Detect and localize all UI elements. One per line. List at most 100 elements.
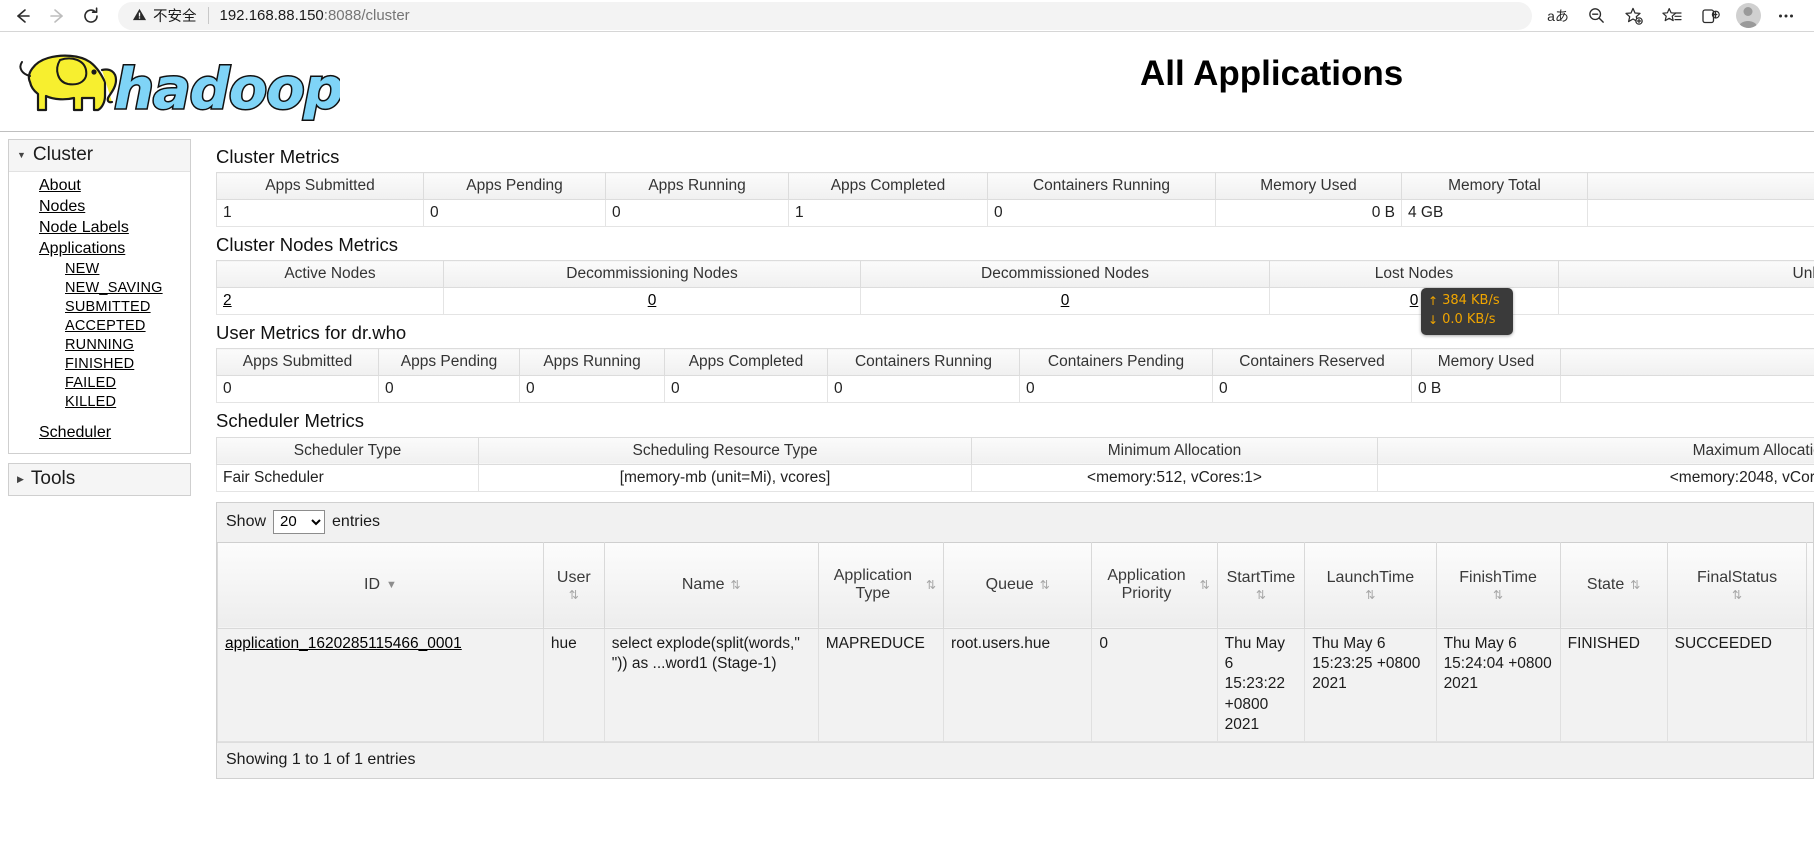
col-final-status[interactable]: FinalStatus ⇅ [1666, 541, 1808, 629]
zoom-out-icon[interactable] [1578, 1, 1614, 31]
cell-start-time: Thu May 6 15:23:22 +0800 2021 [1216, 627, 1306, 742]
val-scheduling-resource-type: [memory-mb (unit=Mi), vcores] [478, 463, 972, 492]
col-user-apps-submitted[interactable]: Apps Submitted [216, 348, 379, 377]
forward-button[interactable] [40, 1, 74, 31]
col-user-containers-running[interactable]: Containers Running [827, 348, 1020, 377]
sidebar-item-node-labels[interactable]: Node Labels [9, 218, 190, 239]
show-label: Show [226, 512, 267, 530]
settings-ellipsis-icon[interactable] [1768, 1, 1804, 31]
sidebar-header-cluster[interactable]: ▼ Cluster [9, 140, 190, 172]
col-apps-completed[interactable]: Apps Completed [788, 172, 988, 201]
sidebar-item-scheduler[interactable]: Scheduler [9, 423, 190, 444]
url-text[interactable]: 192.168.88.150:8088/cluster [220, 7, 410, 24]
col-queue[interactable]: Queue ⇅ [943, 541, 1093, 629]
cell-id[interactable]: application_1620285115466_0001 [217, 627, 544, 742]
col-containers-running[interactable]: Containers Running [987, 172, 1216, 201]
translate-icon[interactable]: aあ [1540, 1, 1576, 31]
collections-icon[interactable] [1654, 1, 1690, 31]
col-maximum-allocation[interactable]: Maximum Allocation [1377, 436, 1814, 465]
decommissioned-nodes-link[interactable]: 0 [1061, 292, 1070, 309]
sidebar-item-submitted[interactable]: SUBMITTED [9, 298, 190, 317]
val-apps-pending: 0 [423, 199, 606, 228]
sidebar-item-finished[interactable]: FINISHED [9, 355, 190, 374]
col-user-apps-pending[interactable]: Apps Pending [378, 348, 520, 377]
security-warning[interactable]: 不安全 [132, 5, 197, 26]
col-memory-total[interactable]: Memory Total [1401, 172, 1588, 201]
col-minimum-allocation[interactable]: Minimum Allocation [971, 436, 1378, 465]
col-lost-nodes[interactable]: Lost Nodes [1269, 260, 1559, 289]
table-row[interactable]: application_1620285115466_0001 hue selec… [217, 627, 1813, 742]
active-nodes-link[interactable]: 2 [223, 292, 232, 309]
reload-button[interactable] [74, 1, 108, 31]
sidebar-item-killed[interactable]: KILLED [9, 393, 190, 412]
col-state[interactable]: State ⇅ [1559, 541, 1668, 629]
col-start-time[interactable]: StartTime ⇅ [1216, 541, 1306, 629]
add-favorite-star-icon[interactable] [1616, 1, 1652, 31]
applications-footer: Showing 1 to 1 of 1 entries [217, 741, 1813, 778]
col-id[interactable]: ID ▼ [217, 541, 544, 629]
col-application-type[interactable]: Application Type ⇅ [817, 541, 945, 629]
val-apps-running: 0 [605, 199, 789, 228]
sidebar-item-new[interactable]: NEW [9, 260, 190, 279]
col-apps-running[interactable]: Apps Running [605, 172, 789, 201]
address-bar[interactable]: 不安全 192.168.88.150:8088/cluster [118, 1, 1532, 30]
val-unhealthy-nodes[interactable]: 0 [1558, 287, 1814, 316]
col-user[interactable]: User ⇅ [542, 541, 605, 629]
col-user-containers-reserved[interactable]: Containers Reserved [1212, 348, 1412, 377]
sidebar-item-accepted[interactable]: ACCEPTED [9, 317, 190, 336]
sidebar-header-label: Cluster [32, 144, 94, 165]
split-screen-icon[interactable] [1692, 1, 1728, 31]
col-finish-time[interactable]: FinishTime ⇅ [1435, 541, 1561, 629]
col-finish-time-label: FinishTime [1459, 569, 1537, 586]
network-speed-overlay: ↑ 384 KB/s ↓ 0.0 KB/s [1421, 288, 1513, 335]
scheduler-metrics-table: Scheduler Type Scheduling Resource Type … [216, 436, 1814, 492]
val-active-nodes[interactable]: 2 [216, 287, 444, 316]
cell-launch-time: Thu May 6 15:23:25 +0800 2021 [1304, 627, 1437, 742]
svg-text:hadoop: hadoop [114, 57, 340, 122]
sidebar-item-applications[interactable]: Applications [9, 239, 190, 260]
url-host: 192.168.88.150 [219, 7, 324, 24]
col-apps-pending[interactable]: Apps Pending [423, 172, 606, 201]
back-button[interactable] [6, 1, 40, 31]
col-user-apps-running[interactable]: Apps Running [519, 348, 665, 377]
col-scheduler-type[interactable]: Scheduler Type [216, 436, 479, 465]
val-user-apps-submitted: 0 [216, 375, 379, 404]
chevron-down-icon: ▼ [17, 149, 26, 160]
profile-button[interactable] [1730, 1, 1766, 31]
lost-nodes-link[interactable]: 0 [1410, 292, 1419, 309]
col-decommissioning-nodes[interactable]: Decommissioning Nodes [443, 260, 861, 289]
table-row: 2 0 0 0 0 [216, 287, 1814, 316]
col-active-nodes[interactable]: Active Nodes [216, 260, 444, 289]
col-memory-used[interactable]: Memory Used [1215, 172, 1402, 201]
sidebar-item-running[interactable]: RUNNING [9, 336, 190, 355]
decommissioning-nodes-link[interactable]: 0 [648, 292, 657, 309]
val-decommissioned-nodes[interactable]: 0 [860, 287, 1270, 316]
applications-toolbar: Show 20 50 100 entries [217, 503, 1813, 542]
col-user-apps-completed[interactable]: Apps Completed [664, 348, 828, 377]
cell-user: hue [542, 627, 605, 742]
col-user-memory-used[interactable]: Memory Used [1411, 348, 1561, 377]
sidebar-header-tools[interactable]: ▶ Tools [9, 464, 190, 496]
entries-per-page-select[interactable]: 20 50 100 [273, 509, 326, 534]
upload-speed-row: ↑ 384 KB/s [1428, 292, 1506, 311]
col-application-priority[interactable]: Application Priority ⇅ [1091, 541, 1218, 629]
col-name[interactable]: Name ⇅ [603, 541, 819, 629]
sidebar-item-about[interactable]: About [9, 176, 190, 197]
sidebar-item-new-saving[interactable]: NEW_SAVING [9, 279, 190, 298]
val-lost-nodes[interactable]: 0 [1269, 287, 1559, 316]
col-application-type-label: Application Type [833, 567, 912, 602]
col-scheduling-resource-type[interactable]: Scheduling Resource Type [478, 436, 972, 465]
scheduler-metrics-title: Scheduler Metrics [216, 410, 365, 432]
sidebar-item-failed[interactable]: FAILED [9, 374, 190, 393]
val-decommissioning-nodes[interactable]: 0 [443, 287, 861, 316]
application-id-link[interactable]: application_1620285115466_0001 [225, 635, 462, 652]
sort-desc-icon: ▼ [386, 578, 397, 591]
col-user-containers-pending[interactable]: Containers Pending [1019, 348, 1213, 377]
col-decommissioned-nodes[interactable]: Decommissioned Nodes [860, 260, 1270, 289]
col-apps-submitted[interactable]: Apps Submitted [216, 172, 424, 201]
col-unhealthy-nodes[interactable]: Unhealthy Nodes [1558, 260, 1814, 289]
sidebar-item-nodes[interactable]: Nodes [9, 197, 190, 218]
col-launch-time[interactable]: LaunchTime ⇅ [1304, 541, 1437, 629]
col-running-containers[interactable]: Running Containers⇅ [1806, 541, 1813, 629]
hadoop-logo[interactable]: hadoop [10, 36, 345, 128]
